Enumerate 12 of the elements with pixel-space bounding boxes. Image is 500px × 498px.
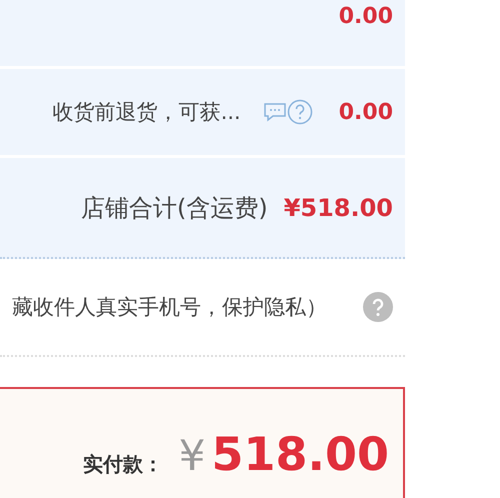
fee-amount: 0.00 xyxy=(338,4,393,29)
shop-total-amount: ¥518.00 xyxy=(284,194,393,222)
privacy-note: 藏收件人真实手机号，保护隐私） xyxy=(12,294,327,321)
fee-label: 收货前退货，可获... xyxy=(52,99,241,126)
payment-amount: 518.00 xyxy=(211,427,389,481)
currency-sign: ¥ xyxy=(178,431,206,480)
shop-total-label: 店铺合计(含运费) xyxy=(80,192,268,224)
payment-label: 实付款： xyxy=(82,451,163,478)
chat-icon[interactable] xyxy=(262,102,287,122)
help-icon[interactable] xyxy=(286,99,313,125)
help-icon[interactable] xyxy=(363,292,393,322)
fee-amount: 0.00 xyxy=(338,100,393,124)
